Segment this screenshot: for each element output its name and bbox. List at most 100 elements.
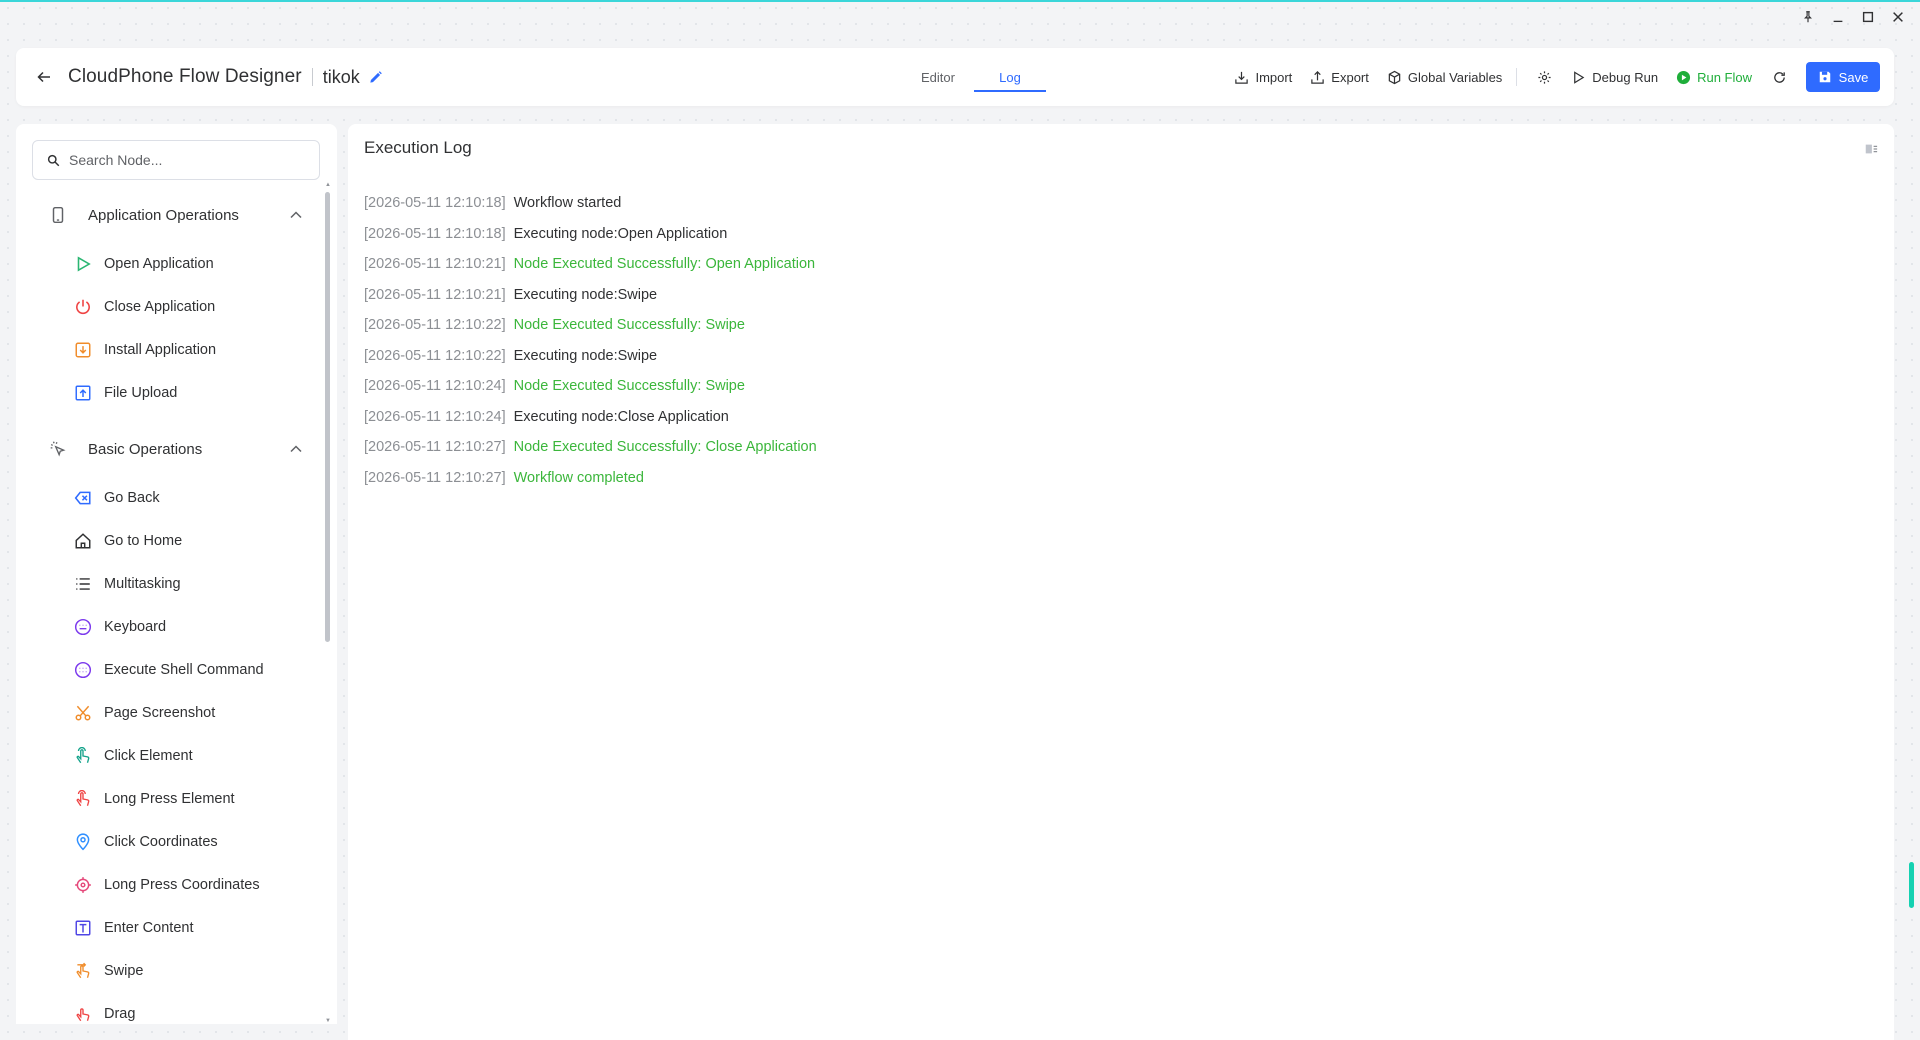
log-entry: [2026-05-11 12:10:24] Executing node:Clos… xyxy=(364,402,817,433)
log-message: Executing node:Swipe xyxy=(513,286,658,303)
chevron-up-icon[interactable] xyxy=(288,207,304,223)
home-icon xyxy=(73,531,93,551)
tab-log[interactable]: Log xyxy=(974,48,1046,106)
save-button[interactable]: Save xyxy=(1806,62,1880,92)
node-item-click-element[interactable]: Click Element xyxy=(16,734,324,777)
global-variables-button[interactable]: Global Variables xyxy=(1387,70,1502,85)
export-icon xyxy=(1311,70,1325,84)
log-message: Workflow started xyxy=(513,195,622,212)
tap-icon xyxy=(48,439,68,459)
log-message: Executing node:Open Application xyxy=(513,225,728,242)
run-flow-button[interactable]: Run Flow xyxy=(1676,70,1752,85)
node-item-long-press-coordinates[interactable]: Long Press Coordinates xyxy=(16,863,324,906)
log-timestamp: [2026-05-11 12:10:18] xyxy=(364,195,506,212)
sidebar-scrollbar[interactable]: ▲ ▼ xyxy=(325,182,331,1024)
refresh-icon[interactable] xyxy=(1770,68,1788,86)
import-icon xyxy=(1235,71,1249,84)
log-title: Execution Log xyxy=(364,138,472,157)
import-label: Import xyxy=(1255,69,1293,85)
search-input[interactable] xyxy=(69,152,309,168)
play-circle-icon xyxy=(1677,70,1691,84)
node-item-swipe[interactable]: Swipe xyxy=(16,949,324,992)
node-item-execute-shell-command[interactable]: Execute Shell Command xyxy=(16,648,324,691)
chevron-up-icon[interactable] xyxy=(288,441,304,457)
clear-log-icon[interactable] xyxy=(1864,142,1878,156)
node-item-go-to-home[interactable]: Go to Home xyxy=(16,519,324,562)
power-icon xyxy=(73,297,93,317)
node-item-long-press-element[interactable]: Long Press Element xyxy=(16,777,324,820)
floating-side-handle[interactable] xyxy=(1909,862,1914,908)
back-arrow-icon[interactable] xyxy=(34,67,54,87)
scroll-thumb[interactable] xyxy=(325,192,330,642)
node-label: Long Press Coordinates xyxy=(104,876,260,893)
node-label: Drag xyxy=(104,1005,136,1022)
node-item-enter-content[interactable]: Enter Content xyxy=(16,906,324,949)
group-header-basic-operations[interactable]: Basic Operations xyxy=(16,422,324,476)
hand-click-icon xyxy=(73,746,93,766)
node-label: Multitasking xyxy=(104,575,181,592)
log-entry: [2026-05-11 12:10:27] Node Executed Succe… xyxy=(364,432,817,463)
node-item-drag[interactable]: Drag xyxy=(16,992,324,1024)
log-entry: [2026-05-11 12:10:22] Executing node:Swip… xyxy=(364,341,817,372)
log-timestamp: [2026-05-11 12:10:22] xyxy=(364,317,506,334)
log-entry: [2026-05-11 12:10:18] Executing node:Open… xyxy=(364,219,817,250)
close-icon[interactable] xyxy=(1886,5,1910,29)
node-label: Long Press Element xyxy=(104,790,235,807)
node-palette-sidebar: Application Operations Open Application … xyxy=(16,124,337,1024)
debug-run-button[interactable]: Debug Run xyxy=(1571,70,1658,85)
node-item-keyboard[interactable]: Keyboard xyxy=(16,605,324,648)
scroll-down-arrow-icon[interactable]: ▼ xyxy=(325,1018,331,1024)
minimize-icon[interactable] xyxy=(1826,5,1850,29)
node-item-click-coordinates[interactable]: Click Coordinates xyxy=(16,820,324,863)
node-label: Click Element xyxy=(104,747,193,764)
node-item-install-application[interactable]: Install Application xyxy=(16,328,324,371)
log-timestamp: [2026-05-11 12:10:27] xyxy=(364,439,506,456)
pin-icon[interactable] xyxy=(1796,5,1820,29)
node-item-close-application[interactable]: Close Application xyxy=(16,285,324,328)
scissors-icon xyxy=(73,703,93,723)
floppy-disk-icon xyxy=(1819,71,1830,83)
log-message: Executing node:Swipe xyxy=(513,347,658,364)
node-label: Click Coordinates xyxy=(104,833,218,850)
upload-icon xyxy=(73,383,93,403)
toolbar-divider xyxy=(1516,68,1518,86)
hand-press-icon xyxy=(73,789,93,809)
search-icon xyxy=(47,154,60,166)
group-header-application-operations[interactable]: Application Operations xyxy=(16,188,324,242)
node-item-page-screenshot[interactable]: Page Screenshot xyxy=(16,691,324,734)
node-item-open-application[interactable]: Open Application xyxy=(16,242,324,285)
scroll-up-arrow-icon[interactable]: ▲ xyxy=(325,182,331,188)
log-timestamp: [2026-05-11 12:10:27] xyxy=(364,469,506,486)
settings-gear-icon[interactable] xyxy=(1535,68,1553,86)
debug-run-label: Debug Run xyxy=(1592,69,1659,85)
log-message-success: Node Executed Successfully: Swipe xyxy=(513,317,745,334)
log-message-success: Workflow completed xyxy=(513,469,644,486)
node-item-go-back[interactable]: Go Back xyxy=(16,476,324,519)
export-button[interactable]: Export xyxy=(1310,70,1369,85)
pencil-icon[interactable] xyxy=(368,68,386,86)
play-outline-icon xyxy=(1574,70,1585,84)
log-timestamp: [2026-05-11 12:10:18] xyxy=(364,225,506,242)
import-button[interactable]: Import xyxy=(1234,70,1292,85)
log-timestamp: [2026-05-11 12:10:22] xyxy=(364,347,506,364)
log-message-success: Node Executed Successfully: Swipe xyxy=(513,378,745,395)
text-icon xyxy=(73,918,93,938)
list-icon xyxy=(73,574,93,594)
tab-editor[interactable]: Editor xyxy=(902,48,974,106)
node-item-file-upload[interactable]: File Upload xyxy=(16,371,324,414)
save-label: Save xyxy=(1838,69,1869,85)
log-entries: [2026-05-11 12:10:18] Workflow started [20… xyxy=(364,188,817,493)
drag-icon xyxy=(73,1004,93,1024)
shell-icon xyxy=(73,660,93,680)
node-label: Enter Content xyxy=(104,919,194,936)
group-label: Basic Operations xyxy=(88,440,203,458)
node-label: Keyboard xyxy=(104,618,167,635)
target-icon xyxy=(73,875,93,895)
run-flow-label: Run Flow xyxy=(1697,69,1752,85)
node-item-multitasking[interactable]: Multitasking xyxy=(16,562,324,605)
log-entry: [2026-05-11 12:10:21] Executing node:Swip… xyxy=(364,280,817,311)
view-tabs: Editor Log xyxy=(902,48,1046,106)
maximize-icon[interactable] xyxy=(1856,5,1880,29)
search-box[interactable] xyxy=(32,140,320,180)
